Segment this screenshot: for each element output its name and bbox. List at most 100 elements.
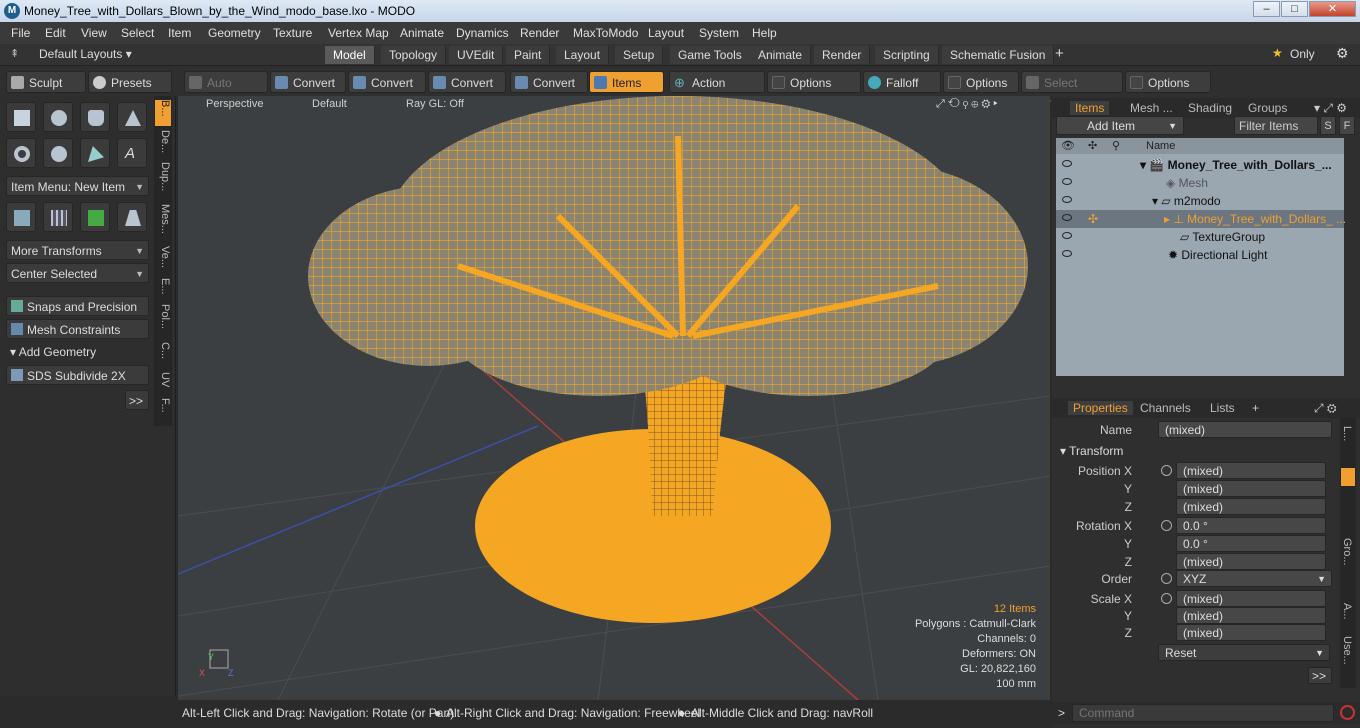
item-row-tree-mesh[interactable]: ✣ ▸ ⊥ Money_Tree_with_Dollars_ ... (1056, 210, 1346, 228)
rotation-x-field[interactable]: 0.0 ° (1176, 517, 1326, 534)
gear-icon[interactable]: ⚙ (1336, 45, 1349, 62)
eye-icon[interactable] (1062, 232, 1072, 239)
vtab-basic[interactable]: B... (155, 100, 171, 126)
position-radio[interactable] (1161, 465, 1172, 476)
more-transforms-dropdown[interactable]: More Transforms ▼ (6, 240, 149, 260)
tab-paint[interactable]: Paint (506, 46, 551, 64)
action-center-options-button[interactable]: Options (767, 71, 861, 93)
menu-select[interactable]: Select (121, 26, 154, 40)
lock-icon[interactable]: ✣ (1088, 212, 1098, 226)
order-dropdown[interactable]: XYZ ▼ (1176, 570, 1332, 587)
eye-icon[interactable] (1062, 160, 1072, 167)
snaps-precision-button[interactable]: Snaps and Precision (6, 296, 149, 316)
record-icon[interactable] (1340, 705, 1355, 720)
grid-mesh-icon[interactable] (43, 202, 73, 232)
menu-edit[interactable]: Edit (45, 26, 66, 40)
pin-icon[interactable]: ⇞ (10, 47, 19, 60)
side-tab-a[interactable]: A... (1341, 603, 1353, 620)
position-y-field[interactable]: (mixed) (1176, 480, 1326, 497)
vtab-polygon[interactable]: Pol... (155, 304, 171, 332)
rotation-radio[interactable] (1161, 520, 1172, 531)
texture-cube-icon[interactable] (80, 202, 110, 232)
transform-icon[interactable] (6, 202, 36, 232)
menu-render[interactable]: Render (520, 26, 559, 40)
vtab-edge[interactable]: E... (155, 278, 171, 296)
transform-section[interactable]: ▾ Transform (1060, 444, 1123, 458)
position-x-field[interactable]: (mixed) (1176, 462, 1326, 479)
side-tab-groups[interactable]: Gro... (1341, 538, 1353, 566)
tab-channels[interactable]: Channels (1140, 401, 1191, 415)
convert-edges-button[interactable]: Convert (348, 71, 426, 93)
maximize-button[interactable]: □ (1281, 1, 1308, 17)
s-filter-button[interactable]: S (1320, 116, 1336, 135)
minimize-button[interactable]: – (1253, 1, 1280, 17)
more-tools-button[interactable]: >> (125, 390, 149, 410)
name-field[interactable]: (mixed) (1158, 421, 1332, 438)
filter-items-input[interactable]: Filter Items (1234, 116, 1318, 135)
tab-setup[interactable]: Setup (615, 46, 664, 64)
panel-options-icons[interactable]: ⤢ ⚙ (1314, 401, 1337, 416)
falloff-options-button[interactable]: Options (943, 71, 1019, 93)
convert-vertices-button[interactable]: Convert (270, 71, 346, 93)
items-mode-button[interactable]: Items (589, 71, 664, 93)
tab-groups[interactable]: Groups (1248, 101, 1287, 115)
name-column-header[interactable]: Name (1146, 140, 1175, 152)
sds-subdivide-button[interactable]: SDS Subdivide 2X (6, 365, 149, 385)
center-selected-dropdown[interactable]: Center Selected ▼ (6, 263, 149, 283)
add-layout-button[interactable]: + (1055, 45, 1064, 62)
viewport-nav-icons[interactable]: ⤢ ⟲ ⚲ ⊕ ⚙ ▸ (936, 98, 998, 111)
shading-mode-dropdown[interactable]: Default (312, 98, 347, 110)
sphere-icon[interactable] (43, 102, 73, 132)
mesh-constraints-button[interactable]: Mesh Constraints (6, 319, 149, 339)
rotation-z-field[interactable]: (mixed) (1176, 553, 1326, 570)
tab-game-tools[interactable]: Game Tools (670, 46, 751, 64)
only-toggle[interactable]: Only (1290, 47, 1315, 61)
eye-icon[interactable] (1062, 196, 1072, 203)
vtab-mesh-edit[interactable]: Mes... (155, 204, 171, 236)
eye-icon[interactable] (1062, 178, 1072, 185)
f-filter-button[interactable]: F (1339, 116, 1355, 135)
menu-dynamics[interactable]: Dynamics (456, 26, 509, 40)
torus-icon[interactable] (6, 138, 36, 168)
tab-properties[interactable]: Properties (1068, 401, 1133, 415)
item-row-m2modo[interactable]: ▾ ▱ m2modo (1056, 192, 1344, 210)
cylinder-icon[interactable] (80, 102, 110, 132)
action-center-button[interactable]: ⊕Action Center (669, 71, 765, 112)
side-tab-user[interactable]: Use... (1341, 636, 1353, 665)
menu-item[interactable]: Item (168, 26, 191, 40)
convert-polygons-button[interactable]: Convert (428, 71, 506, 93)
tab-model[interactable]: Model (325, 46, 375, 64)
command-input[interactable] (1072, 704, 1334, 722)
menu-help[interactable]: Help (752, 26, 777, 40)
item-row-texturegroup[interactable]: ▱ TextureGroup (1056, 228, 1344, 246)
position-z-field[interactable]: (mixed) (1176, 498, 1326, 515)
item-row-mesh[interactable]: ◈ Mesh (1056, 174, 1344, 192)
falloff-button[interactable]: Falloff (863, 71, 941, 93)
add-tab-button[interactable]: + (1252, 401, 1259, 415)
tab-lists[interactable]: Lists (1210, 401, 1235, 415)
plane-icon[interactable] (117, 202, 147, 232)
vtab-duplicate[interactable]: Dup... (155, 162, 171, 194)
vtab-vertex[interactable]: Ve... (155, 246, 171, 270)
panel-options-icons[interactable]: ▾ ⤢ ⚙ (1314, 101, 1347, 116)
vtab-uv[interactable]: UV (155, 372, 171, 390)
tab-render[interactable]: Render (814, 46, 871, 64)
presets-button[interactable]: Presets F6 (88, 71, 172, 112)
add-geometry-section[interactable]: ▾ Add Geometry (6, 342, 149, 362)
menu-texture[interactable]: Texture (273, 26, 312, 40)
item-row-directional-light[interactable]: ✹ Directional Light (1056, 246, 1344, 264)
text-tool-icon[interactable]: A (117, 138, 147, 168)
cone-icon[interactable] (117, 102, 147, 132)
select-through-button[interactable]: Select Through (1021, 71, 1123, 112)
menu-view[interactable]: View (81, 26, 107, 40)
scale-radio[interactable] (1161, 593, 1172, 604)
tab-scripting[interactable]: Scripting (875, 46, 939, 64)
tab-shading[interactable]: Shading (1188, 101, 1232, 115)
menu-layout[interactable]: Layout (648, 26, 684, 40)
select-options-button[interactable]: Options (1125, 71, 1211, 93)
tab-uvedit[interactable]: UVEdit (449, 46, 504, 64)
convert-materials-button[interactable]: Convert (510, 71, 588, 93)
item-menu-dropdown[interactable]: Item Menu: New Item ▼ (6, 176, 149, 196)
more-properties-button[interactable]: >> (1308, 667, 1332, 684)
menu-geometry[interactable]: Geometry (208, 26, 261, 40)
